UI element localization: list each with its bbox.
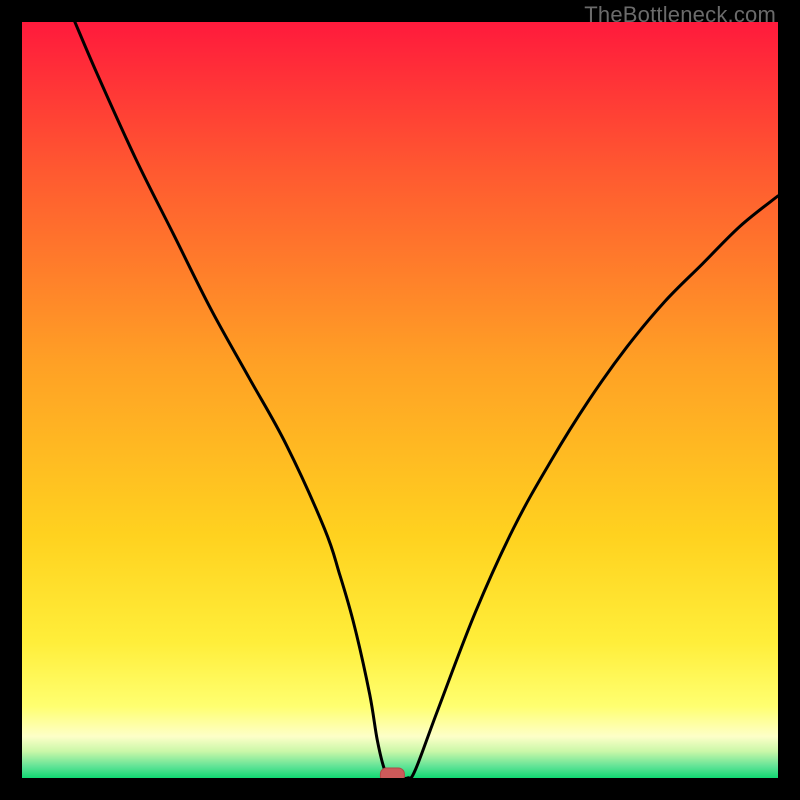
- gradient-background: [22, 22, 778, 778]
- watermark-text: TheBottleneck.com: [584, 2, 776, 28]
- chart-frame: [22, 22, 778, 778]
- optimal-point-marker: [380, 768, 404, 778]
- bottleneck-chart: [22, 22, 778, 778]
